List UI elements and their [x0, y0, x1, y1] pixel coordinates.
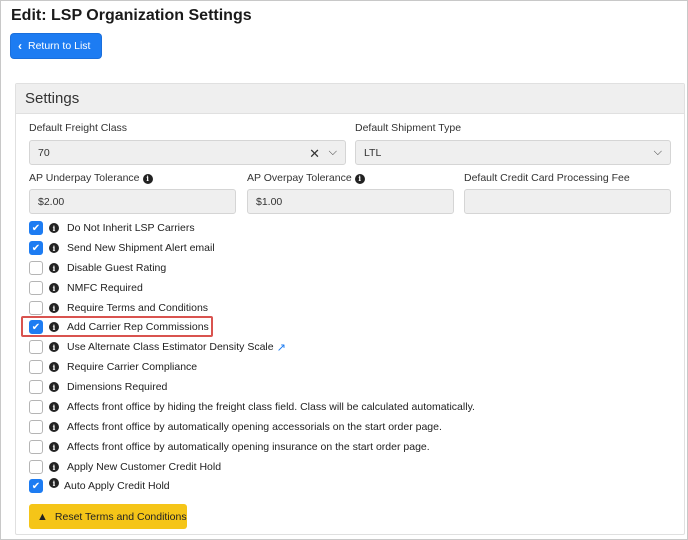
cc-fee-label: Default Credit Card Processing Fee [464, 172, 630, 184]
checkbox-label: Send New Shipment Alert email [67, 242, 215, 254]
info-icon[interactable]: i [49, 442, 59, 452]
checkbox-row-shipment-alert[interactable]: ✔ i Send New Shipment Alert email [29, 240, 215, 256]
checkbox-row-disable-guest-rating[interactable]: i Disable Guest Rating [29, 260, 166, 276]
checkbox[interactable] [29, 281, 43, 295]
checkbox[interactable] [29, 301, 43, 315]
checkbox-row-alt-density-scale[interactable]: i Use Alternate Class Estimator Density … [29, 339, 286, 355]
info-icon[interactable]: i [49, 243, 59, 253]
ap-underpay-label: AP Underpay Tolerance i [29, 172, 153, 184]
info-icon[interactable]: i [49, 402, 59, 412]
ap-underpay-input[interactable]: $2.00 [29, 189, 236, 214]
info-icon[interactable]: i [49, 382, 59, 392]
checkbox-row-customer-credit-hold[interactable]: i Apply New Customer Credit Hold [29, 459, 221, 475]
freight-class-label: Default Freight Class [29, 122, 128, 134]
info-icon[interactable]: i [49, 283, 59, 293]
return-to-list-button[interactable]: ‹ Return to List [11, 34, 101, 58]
chevron-down-icon[interactable]: ⌵ [654, 146, 662, 159]
reset-terms-button[interactable]: ▲ Reset Terms and Conditions [29, 504, 187, 529]
info-icon[interactable]: i [354, 173, 365, 184]
shipment-type-label: Default Shipment Type [355, 122, 462, 134]
info-icon[interactable]: i [49, 303, 59, 313]
checkbox-label: Affects front office by hiding the freig… [67, 401, 475, 413]
checkbox-label: Affects front office by automatically op… [67, 421, 442, 433]
checkbox-label: Require Carrier Compliance [67, 361, 198, 373]
freight-class-value: 70 [38, 146, 50, 159]
chevron-down-icon[interactable]: ⌵ [329, 146, 337, 159]
checkbox[interactable] [29, 360, 43, 374]
checkbox[interactable]: ✔ [29, 241, 43, 255]
checkbox-label: Apply New Customer Credit Hold [67, 461, 222, 473]
checkbox-label: Auto Apply Credit Hold [64, 480, 170, 492]
checkbox[interactable] [29, 261, 43, 275]
checkbox-label: Do Not Inherit LSP Carriers [67, 222, 195, 234]
clear-icon[interactable]: ✕ [309, 146, 320, 162]
info-icon[interactable]: i [49, 422, 59, 432]
checkbox[interactable] [29, 420, 43, 434]
info-icon[interactable]: i [49, 362, 59, 372]
checkbox[interactable]: ✔ [29, 479, 43, 493]
checkbox-label: Require Terms and Conditions [67, 302, 209, 314]
info-icon[interactable]: i [49, 462, 59, 472]
info-icon[interactable]: i [49, 263, 59, 273]
checkbox[interactable] [29, 460, 43, 474]
highlight-box [21, 316, 213, 337]
checkbox-row-open-insurance[interactable]: i Affects front office by automatically … [29, 439, 430, 455]
checkbox-row-auto-credit-hold[interactable]: ✔ i Auto Apply Credit Hold [29, 478, 170, 494]
page-title: Edit: LSP Organization Settings [11, 7, 252, 24]
checkbox-row-open-accessorials[interactable]: i Affects front office by automatically … [29, 419, 442, 435]
checkbox-label: Use Alternate Class Estimator Density Sc… [67, 341, 274, 353]
checkbox-label: Dimensions Required [67, 381, 168, 393]
info-icon[interactable]: i [49, 223, 59, 233]
checkbox-row-nmfc-required[interactable]: i NMFC Required [29, 280, 143, 296]
checkbox-label: Affects front office by automatically op… [67, 441, 430, 453]
shipment-type-select[interactable]: LTL ⌵ [355, 140, 671, 165]
checkbox[interactable] [29, 440, 43, 454]
reset-button-label: Reset Terms and Conditions [54, 510, 187, 523]
checkbox[interactable] [29, 380, 43, 394]
warning-triangle-icon: ▲ [37, 510, 48, 523]
info-icon[interactable]: i [49, 478, 59, 488]
info-icon[interactable]: i [49, 342, 59, 352]
freight-class-select[interactable]: 70 ✕ ⌵ [29, 140, 346, 165]
checkbox-row-require-terms[interactable]: i Require Terms and Conditions [29, 300, 208, 316]
info-icon[interactable]: i [142, 173, 153, 184]
cc-fee-input[interactable] [464, 189, 671, 214]
checkbox[interactable]: ✔ [29, 221, 43, 235]
checkbox-row-hide-freight-class[interactable]: i Affects front office by hiding the fre… [29, 399, 475, 415]
checkbox-label: Disable Guest Rating [67, 262, 167, 274]
checkbox-label: NMFC Required [67, 282, 143, 294]
checkbox-row-dimensions-required[interactable]: i Dimensions Required [29, 379, 167, 395]
external-link-icon[interactable]: ↗ [277, 341, 286, 354]
checkbox[interactable] [29, 340, 43, 354]
checkbox-row-carrier-compliance[interactable]: i Require Carrier Compliance [29, 359, 197, 375]
shipment-type-value: LTL [364, 146, 382, 159]
checkbox[interactable] [29, 400, 43, 414]
ap-overpay-label-text: AP Overpay Tolerance [247, 172, 352, 184]
ap-overpay-label: AP Overpay Tolerance i [247, 172, 365, 184]
ap-underpay-label-text: AP Underpay Tolerance [29, 172, 140, 184]
settings-header: Settings [16, 84, 684, 114]
checkbox-row-do-not-inherit[interactable]: ✔ i Do Not Inherit LSP Carriers [29, 220, 195, 236]
chevron-left-icon: ‹ [18, 39, 22, 53]
return-button-label: Return to List [28, 40, 91, 52]
ap-overpay-input[interactable]: $1.00 [247, 189, 454, 214]
